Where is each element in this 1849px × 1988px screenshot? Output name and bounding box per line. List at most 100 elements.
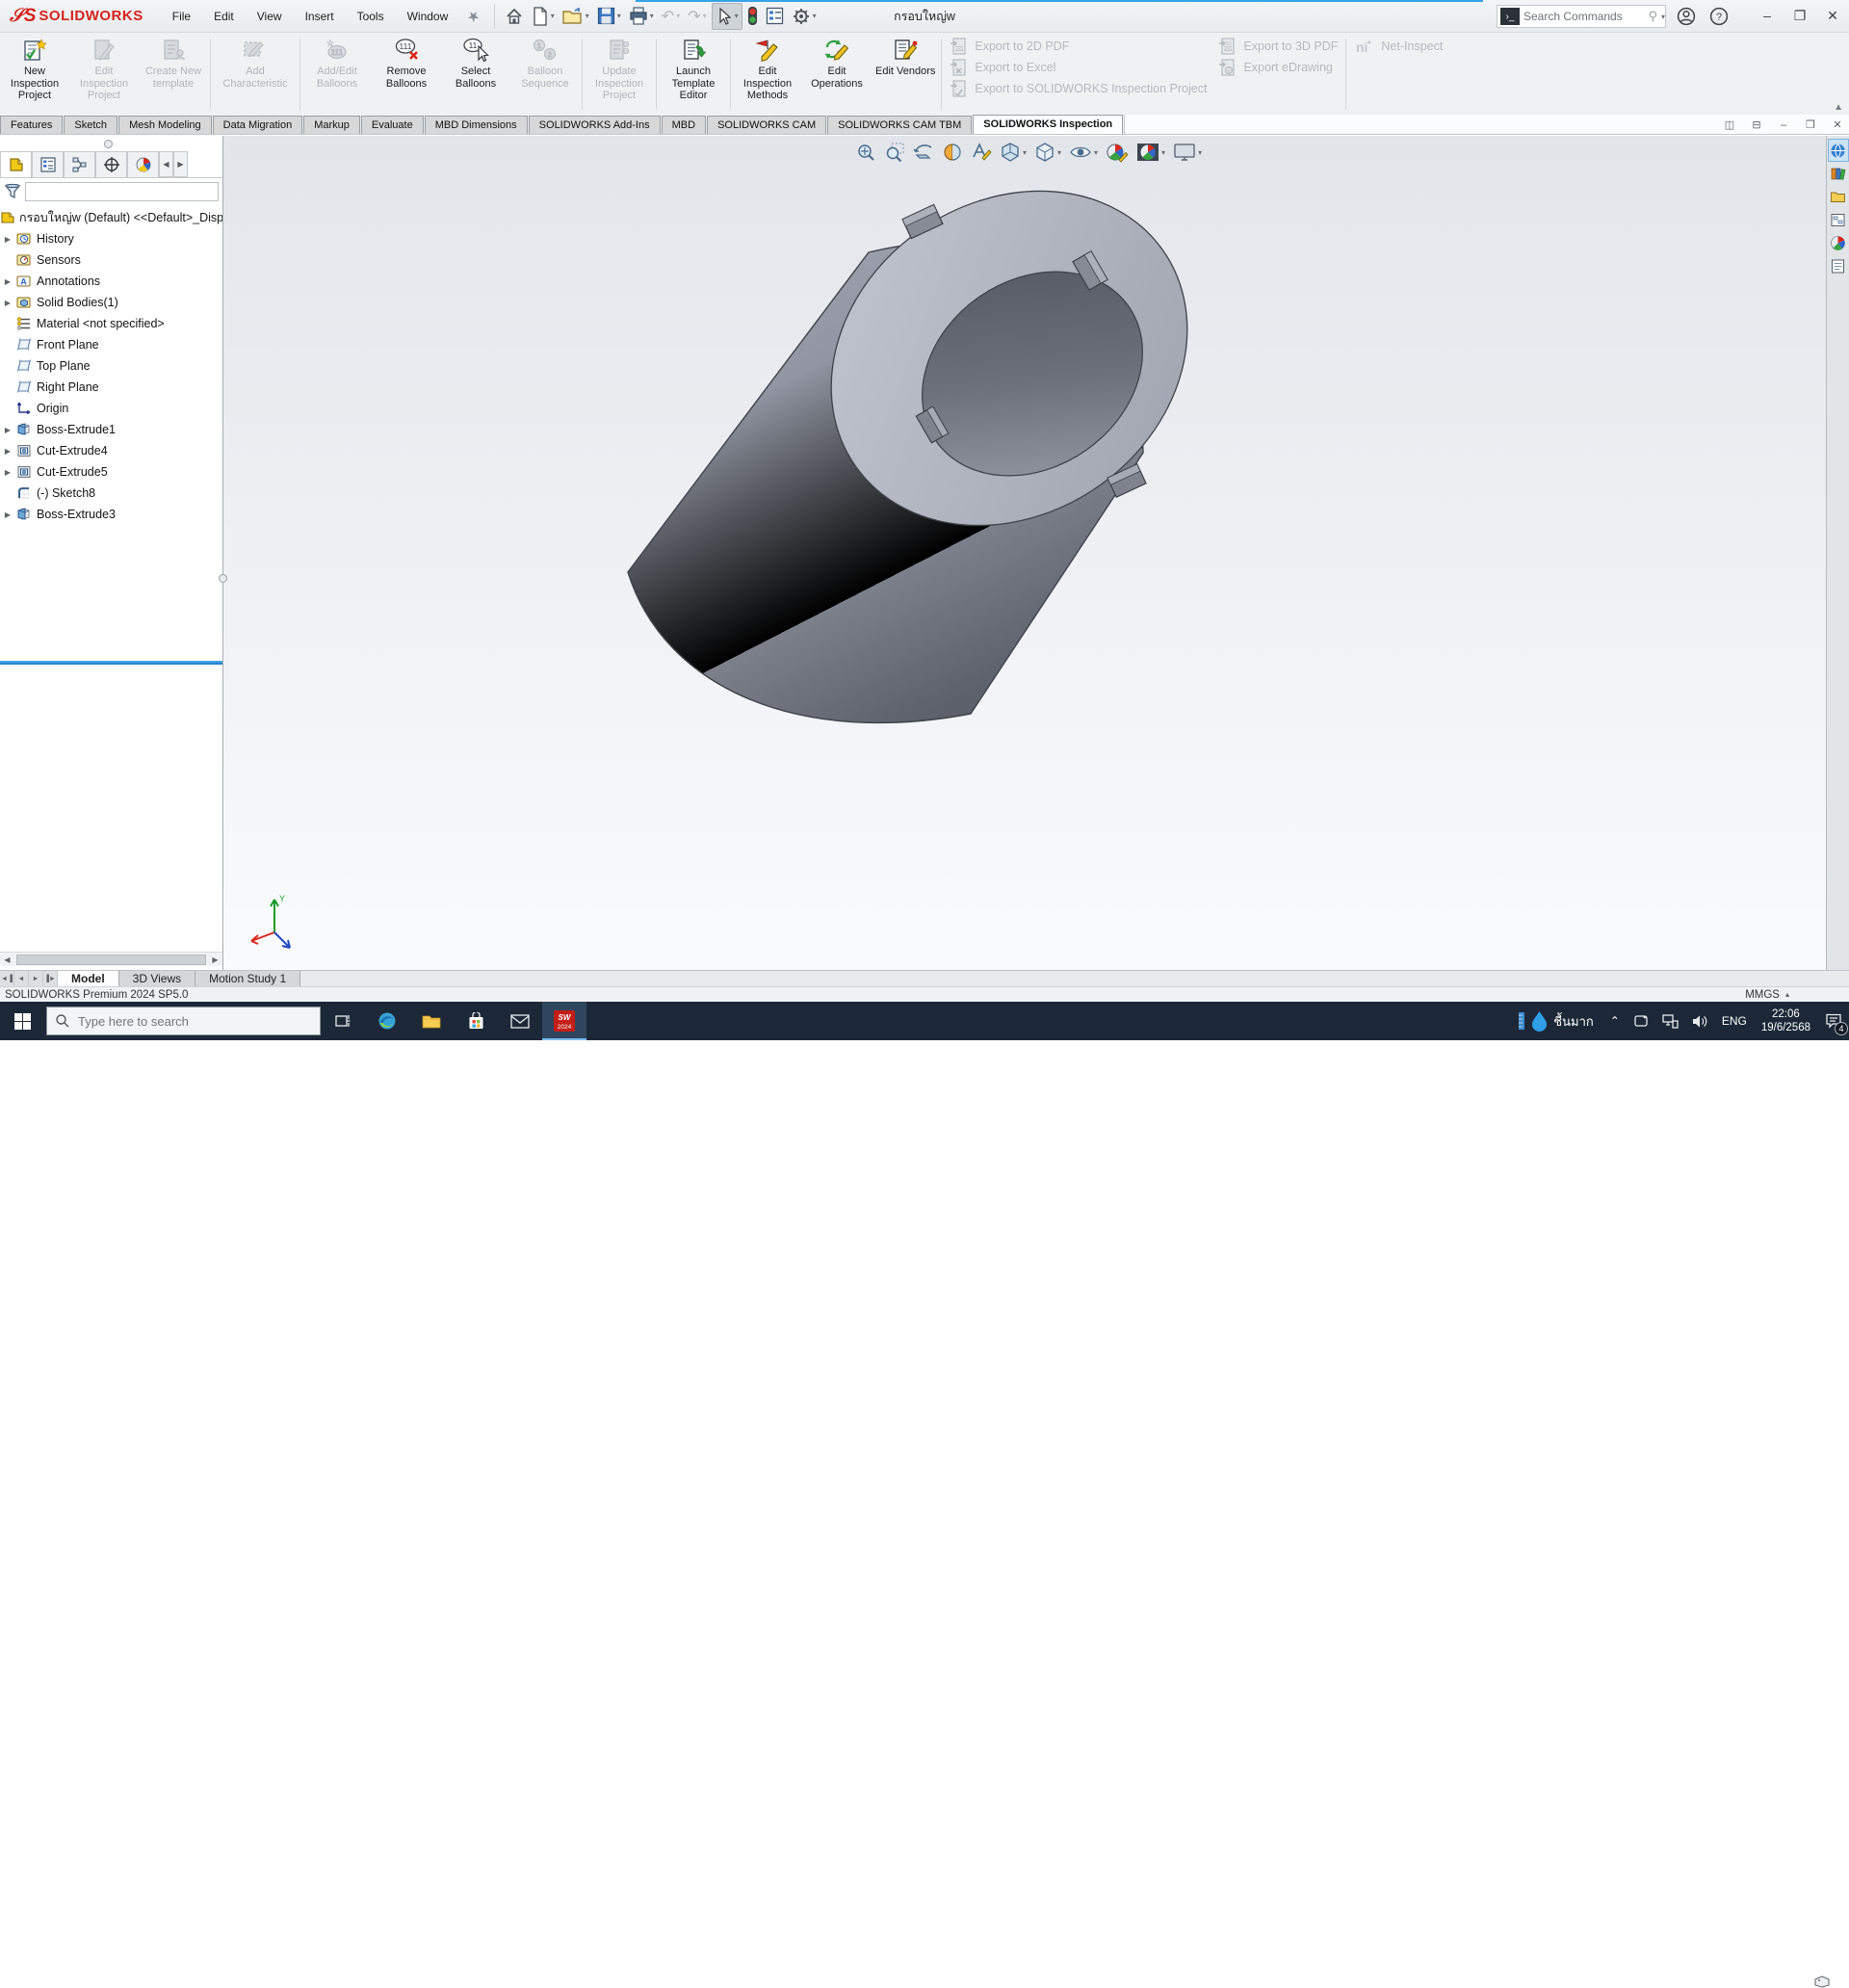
export-3d-pdf-button[interactable]: 3DPDF Export to 3D PDF <box>1218 36 1338 57</box>
tray-device-icon[interactable] <box>1627 1002 1655 1040</box>
export-edrawing-button[interactable]: e Export eDrawing <box>1218 57 1338 78</box>
tab-mbd-dimensions[interactable]: MBD Dimensions <box>425 116 528 134</box>
tab-nav-prev-icon[interactable]: ◄ <box>14 971 29 986</box>
tree-item-history[interactable]: ▶ History <box>0 228 222 249</box>
chevron-down-icon[interactable]: ▾ <box>551 12 555 20</box>
chevron-down-icon[interactable]: ▾ <box>650 12 654 20</box>
tree-item-top-plane[interactable]: Top Plane <box>0 355 222 377</box>
expand-arrow-icon[interactable]: ▶ <box>0 235 15 244</box>
solidworks-taskbar-button[interactable]: SW2024 <box>542 1002 586 1040</box>
split-pane-right-icon[interactable]: ⊟ <box>1747 118 1766 132</box>
help-button[interactable]: ? <box>1703 3 1735 30</box>
scroll-right-icon[interactable]: ▶ <box>208 953 222 966</box>
restore-button[interactable]: ❐ <box>1784 0 1816 31</box>
microsoft-store-button[interactable] <box>454 1002 498 1040</box>
expand-arrow-icon[interactable]: ▶ <box>0 299 15 307</box>
doc-close-button[interactable]: ✕ <box>1828 118 1847 132</box>
tab-mbd[interactable]: MBD <box>662 116 706 134</box>
tree-item-solid-bodies[interactable]: ▶ Solid Bodies(1) <box>0 292 222 313</box>
command-search[interactable]: ›_ ⚲ ▾ <box>1497 5 1666 28</box>
file-explorer-taskbar-button[interactable] <box>409 1002 454 1040</box>
tab-nav-next-icon[interactable]: ► <box>29 971 43 986</box>
tree-item-sensors[interactable]: Sensors <box>0 249 222 271</box>
view-settings-button[interactable]: ▾ <box>1171 140 1204 165</box>
account-button[interactable] <box>1670 3 1703 30</box>
tab-features[interactable]: Features <box>0 116 63 134</box>
tab-evaluate[interactable]: Evaluate <box>361 116 424 134</box>
scrollbar-thumb[interactable] <box>16 955 206 965</box>
panel-tab-scroll-left[interactable]: ◀ <box>159 151 173 177</box>
edit-appearance-button[interactable] <box>1104 140 1131 165</box>
previous-view-button[interactable] <box>911 140 936 165</box>
tray-clock[interactable]: 22:06 19/6/2568 <box>1754 1002 1818 1040</box>
weather-widget[interactable]: ชื้นมาก <box>1508 1002 1602 1040</box>
doc-restore-button[interactable]: ❐ <box>1801 118 1820 132</box>
rollback-bar[interactable] <box>0 661 222 665</box>
units-selector[interactable]: MMGS ▴ <box>1745 989 1789 1001</box>
tree-item-sketch8[interactable]: (-) Sketch8 <box>0 483 222 504</box>
tray-volume-icon[interactable] <box>1685 1002 1715 1040</box>
split-pane-left-icon[interactable]: ◫ <box>1720 118 1739 132</box>
task-view-button[interactable] <box>321 1002 365 1040</box>
custom-properties-button[interactable] <box>1828 254 1849 277</box>
export-2d-pdf-button[interactable]: PDF Export to 2D PDF <box>950 36 1207 57</box>
tray-show-hidden-icons[interactable]: ⌃ <box>1603 1002 1627 1040</box>
zoom-fit-button[interactable] <box>853 140 878 165</box>
save-button[interactable]: ▾ <box>594 4 624 28</box>
tree-item-origin[interactable]: Origin <box>0 398 222 419</box>
edit-operations-button[interactable]: Edit Operations <box>802 33 872 116</box>
tree-item-cut-extrude5[interactable]: ▶ Cut-Extrude5 <box>0 461 222 483</box>
tree-horizontal-scrollbar[interactable]: ◀ ▶ <box>0 952 222 966</box>
menu-file[interactable]: File <box>161 0 202 33</box>
notification-center-button[interactable]: 4 <box>1818 1002 1849 1040</box>
displaymanager-tab[interactable] <box>127 151 159 177</box>
tree-item-cut-extrude4[interactable]: ▶ Cut-Extrude4 <box>0 440 222 461</box>
tab-solidworks-inspection[interactable]: SOLIDWORKS Inspection <box>973 115 1123 134</box>
tree-item-front-plane[interactable]: Front Plane <box>0 334 222 355</box>
launch-template-editor-button[interactable]: Launch Template Editor <box>659 33 728 116</box>
tab-mesh-modeling[interactable]: Mesh Modeling <box>118 116 212 134</box>
minimize-button[interactable]: – <box>1751 0 1784 31</box>
search-icon[interactable]: ⚲ <box>1648 9 1657 24</box>
options-list-button[interactable] <box>763 4 787 28</box>
filter-funnel-icon[interactable] <box>4 183 21 200</box>
select-balloons-button[interactable]: 11 Select Balloons <box>441 33 510 116</box>
tree-root-part[interactable]: กรอบใหญ่w (Default) <<Default>_Displ <box>0 207 222 228</box>
expand-arrow-icon[interactable]: ▶ <box>0 277 15 286</box>
taskbar-search[interactable] <box>46 1007 321 1035</box>
tree-item-boss-extrude1[interactable]: ▶ Boss-Extrude1 <box>0 419 222 440</box>
dimxpertmanager-tab[interactable] <box>95 151 127 177</box>
chevron-down-icon[interactable]: ▾ <box>1023 148 1027 157</box>
tab-model[interactable]: Model <box>58 971 119 986</box>
tree-item-material[interactable]: Material <not specified> <box>0 313 222 334</box>
new-inspection-project-button[interactable]: New Inspection Project <box>0 33 69 116</box>
print-button[interactable]: ▾ <box>626 4 657 28</box>
tab-sketch[interactable]: Sketch <box>64 116 117 134</box>
ribbon-collapse-button[interactable]: ▲ <box>1834 102 1843 113</box>
mail-button[interactable] <box>498 1002 542 1040</box>
tags-icon[interactable] <box>1814 1975 1830 1988</box>
panel-grip[interactable] <box>104 140 113 148</box>
expand-arrow-icon[interactable]: ▶ <box>0 447 15 456</box>
start-button[interactable] <box>0 1002 44 1040</box>
zoom-area-button[interactable] <box>882 140 907 165</box>
expand-arrow-icon[interactable]: ▶ <box>0 426 15 434</box>
file-explorer-button[interactable] <box>1828 185 1849 208</box>
chevron-down-icon[interactable]: ▾ <box>1161 148 1165 157</box>
chevron-down-icon[interactable]: ▾ <box>1057 148 1061 157</box>
balloon-sequence-button[interactable]: 12 Balloon Sequence <box>510 33 580 116</box>
chevron-down-icon[interactable]: ▾ <box>586 12 589 20</box>
tab-motion-study-1[interactable]: Motion Study 1 <box>195 971 300 986</box>
panel-splitter-grip[interactable] <box>219 574 227 583</box>
chevron-down-icon[interactable]: ▾ <box>617 12 621 20</box>
section-view-button[interactable] <box>940 140 965 165</box>
chevron-down-icon[interactable]: ▾ <box>1661 13 1665 21</box>
tab-nav-first-icon[interactable]: ◄▐ <box>0 971 14 986</box>
settings-button[interactable]: ▾ <box>789 4 820 29</box>
expand-arrow-icon[interactable]: ▶ <box>0 510 15 519</box>
new-document-button[interactable]: ▾ <box>529 4 558 29</box>
tree-item-boss-extrude3[interactable]: ▶ Boss-Extrude3 <box>0 504 222 525</box>
configurationmanager-tab[interactable] <box>64 151 95 177</box>
menu-edit[interactable]: Edit <box>202 0 246 33</box>
view-palette-button[interactable] <box>1828 208 1849 231</box>
